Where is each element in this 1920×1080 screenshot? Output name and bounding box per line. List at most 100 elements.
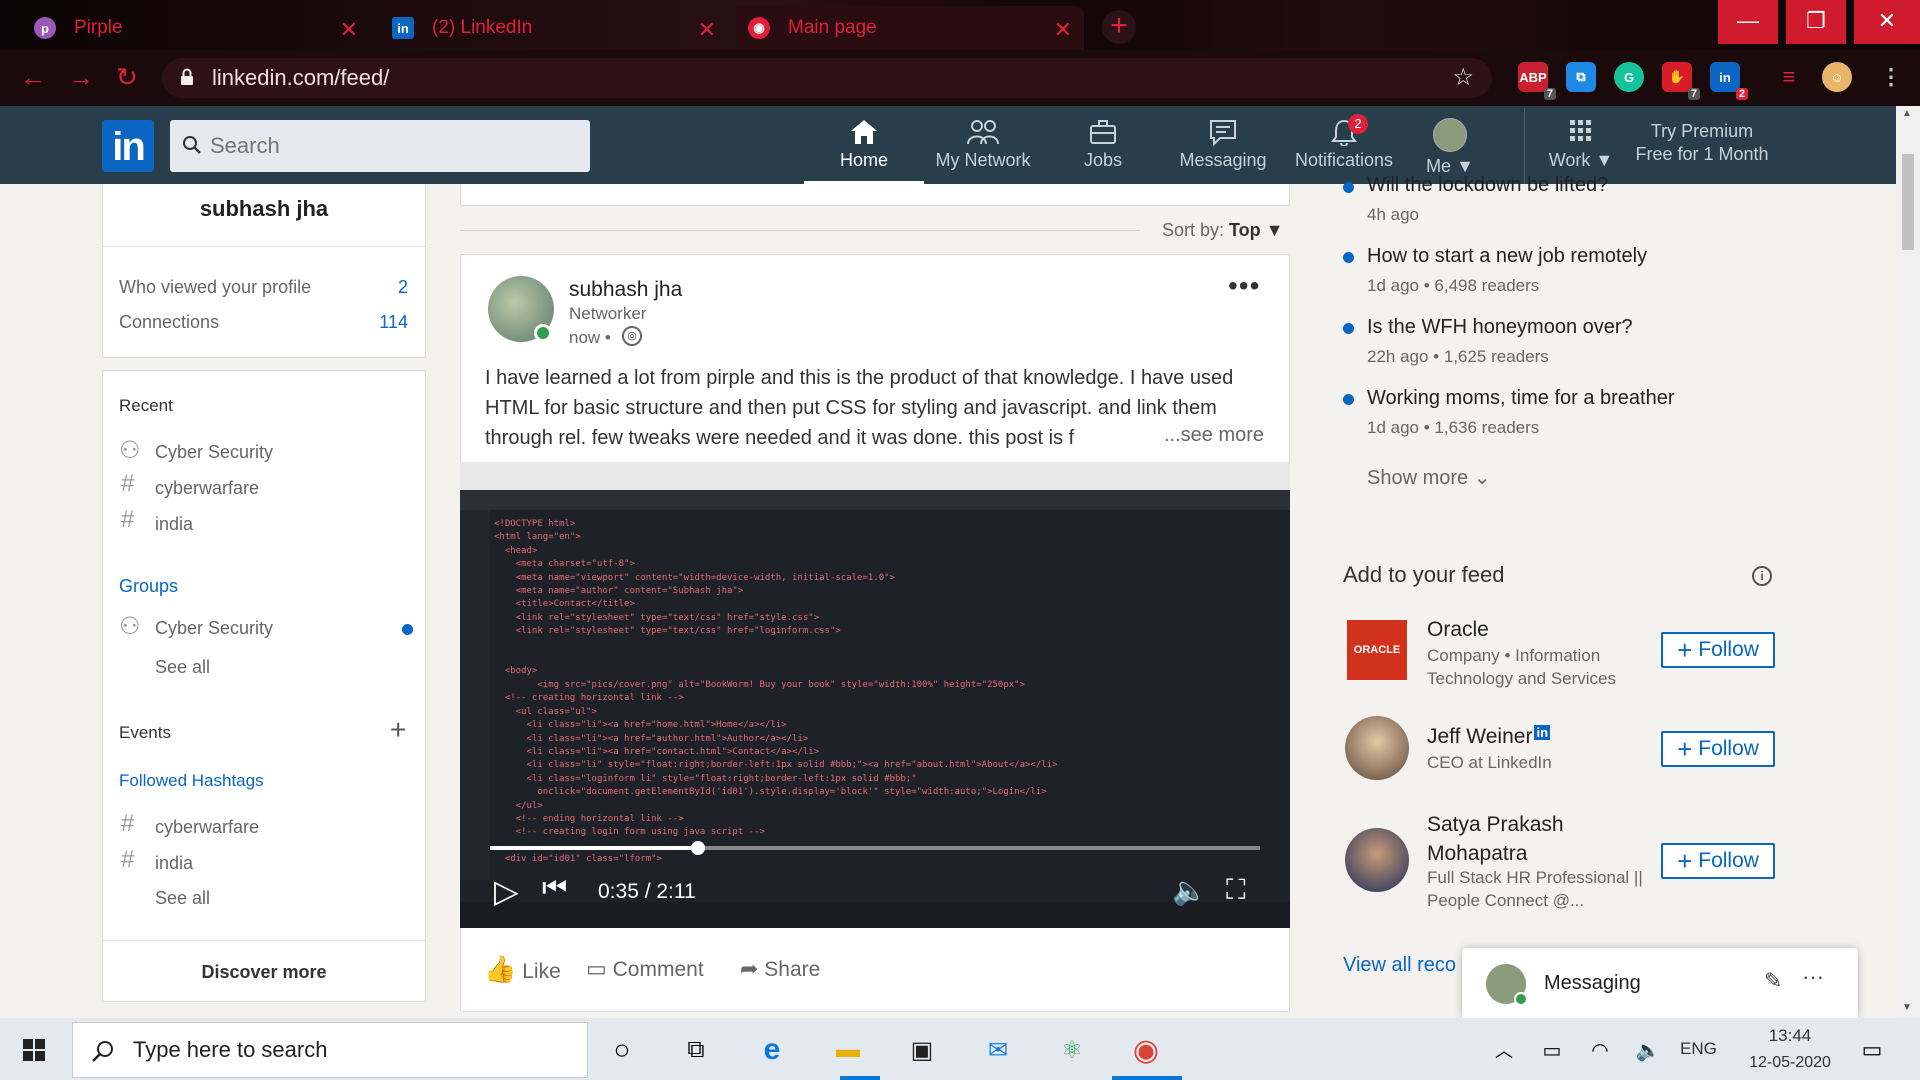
wifi-icon[interactable]: ◠ [1580,1030,1620,1070]
store-icon[interactable]: ▣ [902,1030,942,1070]
groups-title[interactable]: Groups [119,576,178,597]
close-icon[interactable]: ✕ [1054,17,1072,43]
scroll-down-icon[interactable]: ▼ [1902,1002,1912,1013]
recent-item[interactable]: india [155,514,193,535]
post-video[interactable]: <!DOCTYPE html> <html lang="en"> <head> … [460,462,1290,928]
post-author[interactable]: subhash jha [569,278,682,302]
news-title[interactable]: Working moms, time for a breather [1367,387,1675,410]
jeff-weiner-avatar[interactable] [1345,716,1409,780]
stat-value[interactable]: 114 [370,312,408,333]
clock-date[interactable]: 12-05-2020 [1732,1054,1848,1072]
news-title[interactable]: Is the WFH honeymoon over? [1367,316,1633,339]
chevron-up-icon[interactable]: ︿ [1484,1030,1524,1070]
see-all-link[interactable]: See all [155,657,210,678]
info-icon[interactable]: i [1752,566,1772,586]
omnibox[interactable]: linkedin.com/feed/ ☆ [162,58,1492,98]
more-options-icon[interactable]: ••• [1228,270,1260,302]
show-more-button[interactable]: Show more ⌄ [1367,465,1490,490]
file-explorer-icon[interactable]: ▬ [828,1030,868,1070]
mail-icon[interactable]: ✉ [978,1030,1018,1070]
speaker-icon[interactable]: 🔈 [1628,1030,1668,1070]
recent-item[interactable]: cyberwarfare [155,478,259,499]
chrome-menu-icon[interactable]: ⋮ [1876,62,1906,92]
nav-my-network[interactable]: My Network [926,112,1040,184]
hashtag-item[interactable]: cyberwarfare [155,817,259,838]
suggestion-name[interactable]: Jeff Weiner in [1427,725,1551,749]
close-icon[interactable]: ✕ [340,17,358,43]
share-button[interactable]: ➦ Share [740,956,820,982]
stat-label[interactable]: Connections [119,312,219,333]
linkedin-extension-icon[interactable]: in 2 [1710,62,1748,100]
profile-avatar-icon[interactable]: ☺ [1822,62,1852,92]
minimize-button[interactable]: — [1718,0,1778,44]
satya-avatar[interactable] [1345,828,1409,892]
sort-dropdown[interactable]: Top ▼ [1229,220,1284,241]
recent-item[interactable]: Cyber Security [155,442,273,463]
close-window-button[interactable]: ✕ [1854,0,1920,44]
new-tab-button[interactable]: + [1102,10,1136,44]
windows-start-icon[interactable] [14,1030,54,1070]
follow-button[interactable]: + Follow [1661,843,1775,879]
discover-more-link[interactable]: Discover more [102,962,426,983]
scroll-up-icon[interactable]: ▲ [1902,108,1912,119]
suggestion-name[interactable]: Oracle [1427,618,1489,642]
news-title[interactable]: Will the lockdown be lifted? [1367,174,1608,196]
oracle-logo[interactable]: ORACLE [1347,620,1407,680]
atom-icon[interactable]: ⚛ [1052,1030,1092,1070]
video-scrubber-handle[interactable] [690,841,705,855]
media-icon[interactable]: ≡ [1774,62,1804,92]
comment-button[interactable]: ▭ Comment [586,956,704,982]
grammarly-icon[interactable]: G [1614,62,1644,92]
edge-icon[interactable]: e [752,1030,792,1070]
linkedin-logo[interactable]: in [102,120,154,172]
search-box[interactable] [170,120,590,172]
tab-pirple[interactable]: p Pirple ✕ [20,6,370,50]
cortana-icon[interactable]: ○ [602,1030,642,1070]
play-icon[interactable]: ▷ [494,872,519,910]
hashtag-item[interactable]: india [155,853,193,874]
restore-button[interactable]: ❐ [1786,0,1846,44]
adblock-icon[interactable]: ABP 7 [1518,62,1556,100]
taskbar-search[interactable]: Type here to search [72,1022,588,1078]
like-button[interactable]: 👍 Like [484,954,561,985]
hashtags-title[interactable]: Followed Hashtags [119,771,264,791]
nav-messaging[interactable]: Messaging [1166,112,1280,184]
battery-icon[interactable]: ▭ [1532,1030,1572,1070]
follow-button[interactable]: + Follow [1661,731,1775,767]
language-indicator[interactable]: ENG [1680,1039,1717,1059]
nav-jobs[interactable]: Jobs [1056,112,1150,184]
fullscreen-icon[interactable]: ⛶ [1226,874,1246,907]
stat-value[interactable]: 2 [380,277,408,298]
nav-home[interactable]: Home [804,112,924,184]
suggestion-name[interactable]: Satya Prakash Mohapatra [1427,810,1627,868]
search-input[interactable] [210,130,570,162]
scrollbar-thumb[interactable] [1902,154,1914,250]
shield-extension-icon[interactable]: ✋ 7 [1662,62,1700,100]
premium-link[interactable]: Try Premium Free for 1 Month [1632,120,1772,166]
task-view-icon[interactable]: ⧉ [676,1030,716,1070]
chrome-icon[interactable]: ◉ [1126,1030,1166,1070]
page-scrollbar[interactable]: ▲ ▼ [1896,106,1920,1018]
reload-icon[interactable]: ↻ [116,62,138,93]
follow-button[interactable]: + Follow [1661,632,1775,668]
messaging-panel[interactable]: Messaging ✎ ··· [1462,948,1858,1018]
volume-icon[interactable]: 🔈 [1172,874,1207,907]
tab-linkedin[interactable]: in (2) LinkedIn ✕ [378,6,728,50]
forward-icon[interactable]: → [68,62,94,93]
back-icon[interactable]: ← [20,62,46,93]
compose-icon[interactable]: ✎ [1764,968,1782,994]
more-options-icon[interactable]: ··· [1802,964,1824,990]
see-more-link[interactable]: ...see more [1160,424,1265,447]
notifications-center-icon[interactable]: ▭ [1852,1030,1892,1070]
screen-share-icon[interactable]: ⧉ [1566,62,1596,92]
tab-main-page[interactable]: ◉ Main page ✕ [734,6,1084,50]
see-all-link[interactable]: See all [155,888,210,909]
view-all-recommendations-link[interactable]: View all reco [1343,954,1456,977]
close-icon[interactable]: ✕ [698,17,716,43]
group-item[interactable]: Cyber Security [155,618,273,639]
stat-label[interactable]: Who viewed your profile [119,277,311,298]
profile-name[interactable]: subhash jha [102,196,426,222]
news-title[interactable]: How to start a new job remotely [1367,245,1647,268]
add-event-icon[interactable]: + [390,714,406,746]
clock-time[interactable]: 13:44 [1740,1026,1840,1046]
